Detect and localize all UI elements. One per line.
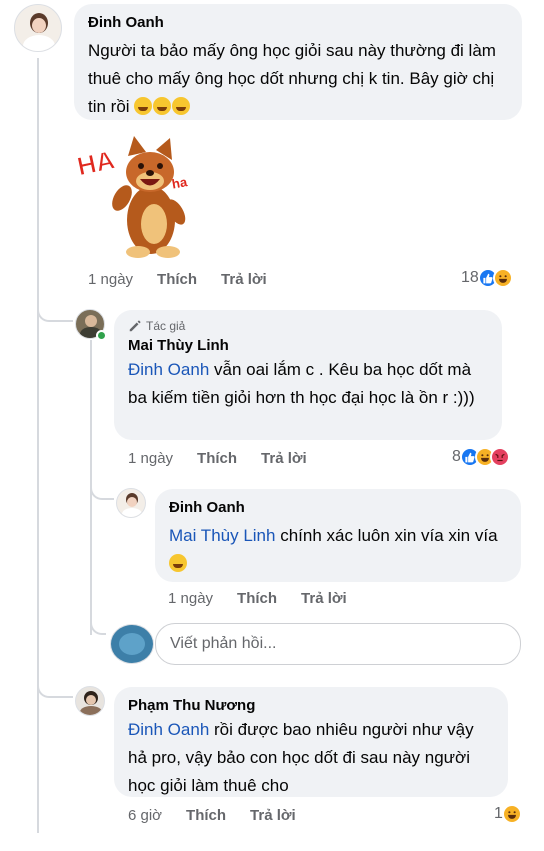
- comment-bubble: Tác giả Mai Thùy Linh Đinh Oanh vẫn oai …: [114, 310, 502, 440]
- comment-text: Đinh Oanh vẫn oai lắm c . Kêu ba học dốt…: [128, 360, 475, 407]
- thread-connector: [90, 478, 114, 500]
- haha-reaction-icon: [492, 268, 513, 288]
- like-button[interactable]: Thích: [157, 271, 197, 288]
- reply-button[interactable]: Trả lời: [261, 450, 307, 467]
- like-button[interactable]: Thích: [237, 590, 277, 607]
- comment-actions: 1 ngày Thích Trả lời: [128, 450, 307, 467]
- svg-text:HA: HA: [76, 144, 118, 181]
- like-button[interactable]: Thích: [197, 450, 237, 467]
- reaction-summary[interactable]: 8: [452, 447, 510, 467]
- author-badge: Tác giả: [128, 319, 488, 333]
- comment-text: Mai Thùy Linh chính xác luôn xin vía xin…: [169, 522, 507, 578]
- timestamp[interactable]: 6 giờ: [128, 807, 162, 824]
- mention-link[interactable]: Đinh Oanh: [128, 720, 209, 739]
- reply-input[interactable]: Viết phản hồi...: [155, 623, 521, 665]
- comment-bubble: Đinh Oanh Người ta bảo mấy ông học giỏi …: [74, 4, 522, 120]
- comment-author[interactable]: Phạm Thu Nương: [128, 697, 494, 714]
- reply-button[interactable]: Trả lời: [301, 590, 347, 607]
- mention-link[interactable]: Đinh Oanh: [128, 360, 209, 379]
- comment-bubble: Phạm Thu Nương Đinh Oanh rồi được bao nh…: [114, 687, 508, 797]
- comment-text: Người ta bảo mấy ông học giỏi sau này th…: [88, 41, 496, 116]
- reply-button[interactable]: Trả lời: [221, 271, 267, 288]
- online-status-indicator: [96, 330, 107, 341]
- comment-author[interactable]: Mai Thùy Linh: [128, 337, 488, 354]
- thread-connector: [37, 300, 73, 322]
- avatar: [110, 624, 154, 664]
- reaction-summary[interactable]: 1: [494, 804, 522, 824]
- timestamp[interactable]: 1 ngày: [88, 271, 133, 288]
- haha-reaction-icon: [501, 804, 522, 824]
- pencil-icon: [129, 320, 141, 332]
- thread-line-main: [37, 58, 39, 833]
- thread-connector: [37, 676, 73, 698]
- mention-link[interactable]: Mai Thùy Linh: [169, 526, 275, 545]
- grin-emoji-icon: [169, 554, 187, 572]
- comment-bubble: Đinh Oanh Mai Thùy Linh chính xác luôn x…: [155, 489, 521, 582]
- angry-reaction-icon: [489, 447, 510, 467]
- comment-actions: 1 ngày Thích Trả lời: [168, 590, 347, 607]
- ha-ha-dog-sticker: HA ha: [76, 136, 189, 258]
- rofl-emoji-icon: [134, 97, 191, 116]
- comment-actions: 6 giờ Thích Trả lời: [128, 807, 296, 824]
- thread-connector: [90, 615, 106, 635]
- timestamp[interactable]: 1 ngày: [168, 590, 213, 607]
- avatar[interactable]: [75, 686, 105, 716]
- comment-actions: 1 ngày Thích Trả lời: [88, 271, 267, 288]
- comment-author[interactable]: Đinh Oanh: [169, 499, 507, 516]
- avatar[interactable]: [116, 488, 146, 518]
- svg-text:ha: ha: [171, 174, 189, 192]
- reaction-summary[interactable]: 18: [461, 268, 513, 288]
- reply-placeholder: Viết phản hồi...: [170, 635, 277, 652]
- timestamp[interactable]: 1 ngày: [128, 450, 173, 467]
- comment-text: Đinh Oanh rồi được bao nhiêu người như v…: [128, 720, 474, 795]
- avatar[interactable]: [14, 4, 62, 52]
- reaction-count: 18: [461, 269, 479, 286]
- reply-button[interactable]: Trả lời: [250, 807, 296, 824]
- comment-author[interactable]: Đinh Oanh: [88, 14, 508, 31]
- like-button[interactable]: Thích: [186, 807, 226, 824]
